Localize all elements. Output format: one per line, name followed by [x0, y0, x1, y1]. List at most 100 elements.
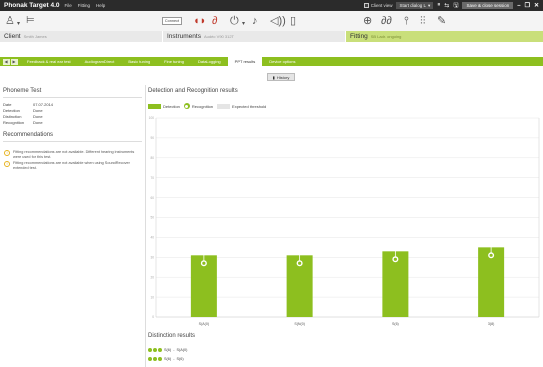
distinction-b: S(A(0) — [176, 348, 188, 352]
x-tick-label: S(6) — [392, 322, 399, 326]
chevron-down-icon: ▾ — [428, 2, 431, 8]
history-label: History — [276, 74, 290, 80]
icon-toolbar: ♙ ▾ ⊨ Connect ◖◗ ∂ ⏻ ▾ ♪ ◁)) ▯ ⊕ ∂∂ ⫯ ⫶⫶… — [0, 11, 543, 31]
distinction-b: S(6) — [176, 357, 184, 361]
distinction-sep: - — [173, 348, 175, 352]
tools-icon[interactable]: ✎ — [437, 15, 446, 27]
tab-feedback-real-ear[interactable]: Feedback & real ear test — [20, 57, 78, 66]
client-icon[interactable]: ♙ — [5, 15, 15, 27]
detection-recognition-chart: 0 10 20 30 40 50 60 70 80 90 100 S(A(0) S(N(0) S(6) 3(… — [149, 116, 540, 326]
tab-scroll-arrows: ◀ ▶ — [0, 57, 20, 66]
y-tick-label: 30 — [150, 256, 154, 260]
fitting-status: SB Ladr. ongoing — [370, 34, 402, 39]
phoneme-test-title: Phoneme Test — [3, 88, 42, 94]
client-section[interactable]: Client Smith James — [0, 31, 162, 42]
y-tick-label: 90 — [150, 136, 154, 140]
binaural-icon[interactable]: ∂∂ — [381, 15, 392, 27]
warning-icon: ! — [4, 161, 10, 168]
remote-chevron-icon[interactable]: ▾ — [242, 18, 245, 30]
audiogram-icon[interactable]: ⊨ — [26, 15, 35, 27]
legend-detection[interactable]: Detection — [148, 103, 180, 109]
menu-file[interactable]: File — [65, 3, 72, 8]
history-button[interactable]: ▮ History — [267, 73, 295, 81]
app-title: Phonak Target 4.0 — [4, 2, 60, 9]
client-view-label: Client view — [370, 3, 393, 8]
tab-datalogging[interactable]: DataLogging — [191, 57, 228, 66]
warning-icon: ! — [4, 150, 10, 157]
y-tick-label: 0 — [152, 315, 154, 319]
chart-legend: Detection Recognition Expected threshold — [148, 103, 266, 109]
left-right-instruments-icon[interactable]: ◖◗ — [193, 15, 206, 27]
tab-audiogram-direct[interactable]: AudiogramDirect — [78, 57, 122, 66]
target-settings-icon[interactable]: ⊕ — [363, 15, 372, 27]
recognition-point-center — [489, 253, 493, 257]
x-tick-label: S(N(0) — [294, 322, 305, 326]
phoneme-test-panel: Phoneme Test Date 07.07.2014 Detection D… — [0, 85, 146, 367]
pause-icon[interactable]: ⏸ — [437, 2, 440, 9]
client-menu-chevron-icon[interactable]: ▾ — [17, 18, 20, 30]
dropdown-value: Start dialog L — [399, 3, 427, 8]
tab-fine-tuning[interactable]: Fine tuning — [157, 57, 191, 66]
distinction-a: S(6) — [164, 357, 172, 361]
tab-ppt-results[interactable]: PPT results — [227, 57, 263, 66]
battery-icon[interactable]: ▯ — [290, 15, 296, 27]
divider — [3, 97, 142, 98]
y-tick-label: 20 — [150, 275, 154, 279]
x-tick-label: S(A(0) — [199, 322, 209, 326]
microphone-icon[interactable]: ⫯ — [404, 15, 409, 27]
threshold-swatch — [217, 103, 231, 109]
info-value: Done — [33, 119, 43, 125]
distinction-sep: - — [173, 357, 175, 361]
recommendations-title: Recommendations — [3, 131, 54, 138]
tab-basic-tuning[interactable]: Basic tuning — [121, 57, 157, 66]
y-tick-label: 100 — [149, 116, 155, 120]
instruments-label: Instruments — [167, 33, 201, 40]
sound-icon[interactable]: ◁)) — [270, 15, 286, 27]
menu-fitting[interactable]: Fitting — [78, 3, 90, 8]
tab-device-options[interactable]: Device options — [262, 57, 302, 66]
connect-button[interactable]: Connect — [162, 17, 182, 25]
y-tick-label: 70 — [150, 176, 154, 180]
instruments-section[interactable]: Instruments Audéo V90 312T — [162, 31, 345, 42]
fitting-section[interactable]: Fitting SB Ladr. ongoing — [345, 31, 543, 42]
recommendation-item: ! Fitting recommendations are not availa… — [0, 161, 145, 171]
save-icon[interactable]: 🖫 — [453, 1, 458, 11]
distinction-row: S(6) - S(6) — [148, 357, 184, 361]
client-name: Smith James — [23, 34, 47, 39]
legend-recognition[interactable]: Recognition — [183, 103, 214, 109]
tab-next-icon[interactable]: ▶ — [10, 58, 18, 65]
distinction-dots-icon — [148, 357, 162, 361]
divider — [3, 140, 142, 142]
start-dialog-dropdown[interactable]: Start dialog L ▾ — [396, 2, 434, 9]
legend-threshold-label: Expected threshold — [232, 103, 267, 109]
remote-control-icon[interactable]: ⏻ — [230, 15, 239, 27]
equalizer-icon[interactable]: ⫶⫶ — [420, 15, 426, 27]
info-row-recognition: Recognition Done — [0, 120, 145, 126]
tab-prev-icon[interactable]: ◀ — [2, 58, 10, 65]
hearing-aid-icon[interactable]: ∂ — [212, 15, 217, 27]
client-view-toggle[interactable]: Client view — [363, 3, 393, 8]
distinction-a: S(6) — [164, 348, 172, 352]
distinction-title: Distinction results — [148, 333, 196, 339]
y-tick-label: 60 — [150, 196, 154, 200]
legend-recognition-label: Recognition — [191, 103, 214, 109]
ear-icon[interactable]: ♪ — [252, 15, 258, 27]
history-icon: ▮ — [272, 74, 275, 80]
client-view-checkbox[interactable] — [363, 3, 369, 8]
connect-status-icon[interactable]: ⇆ — [444, 2, 449, 9]
save-close-button[interactable]: Save & close session — [462, 2, 514, 9]
recommendation-text: Fitting recommendations are not availabl… — [13, 150, 135, 160]
x-tick-label: 3(8) — [488, 322, 494, 326]
results-title: Detection and Recognition results — [148, 88, 238, 94]
distinction-row: S(6) - S(A(0) — [148, 348, 187, 352]
info-key: Recognition — [3, 119, 25, 125]
restore-icon[interactable]: ❐ — [525, 2, 530, 9]
close-icon[interactable]: ✕ — [534, 2, 539, 9]
minimize-icon[interactable]: – — [517, 3, 520, 9]
detection-swatch — [148, 103, 161, 109]
legend-threshold[interactable]: Expected threshold — [217, 103, 267, 109]
menu-help[interactable]: Help — [96, 3, 105, 8]
distinction-dots-icon — [148, 348, 162, 352]
y-tick-label: 40 — [150, 236, 154, 240]
recognition-marker-icon — [183, 103, 190, 109]
